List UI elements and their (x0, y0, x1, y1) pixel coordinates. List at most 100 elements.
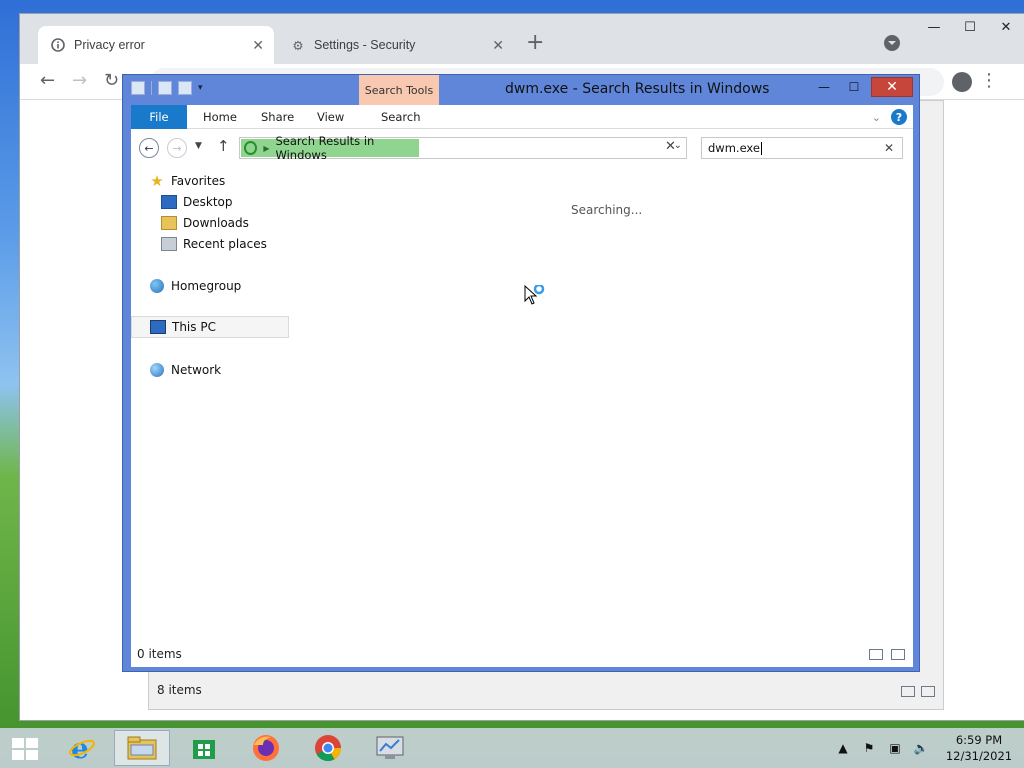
text-caret (760, 141, 762, 155)
nav-item-homegroup[interactable]: Homegroup (149, 276, 241, 296)
recent-places-icon (161, 237, 177, 251)
forward-arrow-icon[interactable]: → (72, 70, 87, 91)
close-button[interactable]: ✕ (871, 77, 913, 97)
back-button[interactable]: ← (139, 138, 159, 158)
clear-search-icon[interactable]: ✕ (884, 141, 894, 155)
store-icon[interactable] (176, 730, 232, 766)
help-icon[interactable]: ? (891, 109, 907, 125)
forward-button[interactable]: → (167, 138, 187, 158)
details-view-icon[interactable] (869, 649, 883, 660)
flag-icon[interactable]: ⚑ (860, 739, 878, 757)
tab-file[interactable]: File (131, 105, 187, 129)
info-icon (50, 37, 66, 53)
clock[interactable]: 6:59 PM 12/31/2021 (934, 732, 1024, 764)
ribbon-controls: ⌄ ? (872, 109, 907, 125)
details-view-icon[interactable] (901, 686, 915, 697)
window-controls: — ☐ ✕ (811, 77, 913, 97)
network-status-icon[interactable]: ▣ (886, 739, 904, 757)
breadcrumb-arrow-icon[interactable]: ▶ (263, 144, 269, 153)
control-panel-icon[interactable] (362, 730, 418, 766)
nav-label: Favorites (171, 174, 226, 188)
computer-icon (150, 320, 166, 334)
tab-privacy-error[interactable]: Privacy error ✕ (38, 26, 274, 64)
search-tools-context-tab[interactable]: Search Tools (359, 75, 439, 105)
status-item-count: 0 items (137, 647, 182, 661)
gear-icon: ⚙ (292, 38, 304, 53)
address-selection: ▶ Search Results in Windows (241, 134, 419, 162)
nav-label: Homegroup (171, 279, 242, 293)
volume-icon[interactable]: 🔈 (912, 739, 930, 757)
star-icon: ★ (150, 172, 164, 190)
search-location-icon (244, 141, 258, 155)
nav-label: Network (171, 363, 222, 377)
browser-window-controls: — ☐ ✕ (916, 14, 1024, 40)
properties-icon[interactable] (158, 81, 172, 95)
close-button[interactable]: ✕ (988, 14, 1024, 40)
nav-label: Desktop (183, 195, 233, 209)
search-input[interactable]: dwm.exe ✕ (701, 137, 903, 159)
tab-strip: Privacy error ✕ ⚙ Settings - Security ✕ … (20, 14, 1024, 64)
nav-item-recent-places[interactable]: Recent places (161, 234, 267, 254)
nav-item-this-pc[interactable]: This PC (131, 316, 289, 338)
view-toggle (869, 649, 905, 660)
close-icon[interactable]: ✕ (492, 37, 504, 54)
tab-view[interactable]: View (303, 105, 358, 129)
profile-avatar-icon[interactable] (952, 72, 972, 92)
close-icon[interactable]: ✕ (252, 37, 264, 54)
address-bar[interactable]: ▶ Search Results in Windows ⌄ (239, 134, 687, 162)
nav-item-downloads[interactable]: Downloads (161, 213, 249, 233)
recent-locations-dropdown-icon[interactable]: ▼ (195, 141, 202, 151)
maximize-button[interactable]: ☐ (841, 78, 867, 96)
downloads-folder-icon (161, 216, 177, 230)
network-icon (149, 363, 165, 377)
desktop-icon (161, 195, 177, 209)
explorer-client-area: ← → ▼ ↑ ▶ Search Results in Windows ⌄ ✕ … (131, 129, 913, 667)
chrome-icon[interactable] (300, 730, 356, 766)
tab-label: Settings - Security (314, 38, 416, 52)
busy-cursor-icon (524, 285, 545, 305)
homegroup-icon (149, 279, 165, 293)
clock-date: 12/31/2021 (945, 749, 1013, 763)
internet-explorer-icon[interactable]: e (54, 730, 110, 766)
start-button-windows-icon[interactable] (12, 738, 38, 760)
nav-item-desktop[interactable]: Desktop (161, 192, 233, 212)
toolbar-divider (151, 81, 152, 95)
system-tray: ▲ ⚑ ▣ 🔈 6:59 PM 12/31/2021 (830, 728, 1024, 768)
stop-search-icon[interactable]: ✕ (665, 139, 676, 154)
ribbon-tabs: File Home Share View Search ⌄ ? (131, 105, 913, 129)
address-text: Search Results in Windows (275, 134, 375, 162)
tab-settings-security[interactable]: ⚙ Settings - Security ✕ (278, 26, 514, 64)
expand-ribbon-icon[interactable]: ⌄ (872, 111, 881, 124)
customize-toolbar-icon[interactable]: ▾ (198, 83, 203, 93)
clock-time: 6:59 PM (955, 733, 1003, 747)
maximize-button[interactable]: ☐ (952, 14, 988, 40)
searching-status-text: Searching... (571, 203, 643, 217)
tab-share[interactable]: Share (247, 105, 308, 129)
minimize-button[interactable]: — (811, 78, 837, 96)
nav-label: Recent places (183, 237, 267, 251)
new-folder-icon[interactable] (178, 81, 192, 95)
tab-search-icon[interactable] (884, 35, 900, 51)
minimize-button[interactable]: — (916, 14, 952, 40)
chevron-up-icon[interactable]: ▲ (834, 739, 852, 757)
search-input-value: dwm.exe (708, 141, 760, 155)
nav-item-favorites[interactable]: ★ Favorites (149, 171, 225, 191)
nav-item-network[interactable]: Network (149, 360, 221, 380)
tab-search[interactable]: Search (367, 105, 435, 129)
tab-home[interactable]: Home (189, 105, 251, 129)
tab-label: Privacy error (74, 38, 145, 52)
title-bar: ▾ Search Tools dwm.exe - Search Results … (123, 75, 919, 105)
navigation-bar: ← → ▼ ↑ ▶ Search Results in Windows ⌄ ✕ … (131, 129, 913, 165)
status-item-count: 8 items (157, 683, 202, 697)
up-arrow-icon[interactable]: ↑ (217, 137, 230, 155)
quick-access-toolbar: ▾ (131, 81, 203, 95)
large-icons-view-icon[interactable] (891, 649, 905, 660)
file-explorer-taskbar-icon[interactable] (114, 730, 170, 766)
reload-icon[interactable]: ↻ (104, 70, 119, 91)
new-tab-button[interactable]: + (526, 28, 544, 58)
navigation-pane: ★ Favorites Desktop Downloads Recent pla… (131, 165, 289, 625)
back-arrow-icon[interactable]: ← (40, 70, 55, 91)
firefox-icon[interactable] (238, 730, 294, 766)
large-icons-view-icon[interactable] (921, 686, 935, 697)
menu-kebab-icon[interactable]: ⋮ (980, 70, 998, 91)
